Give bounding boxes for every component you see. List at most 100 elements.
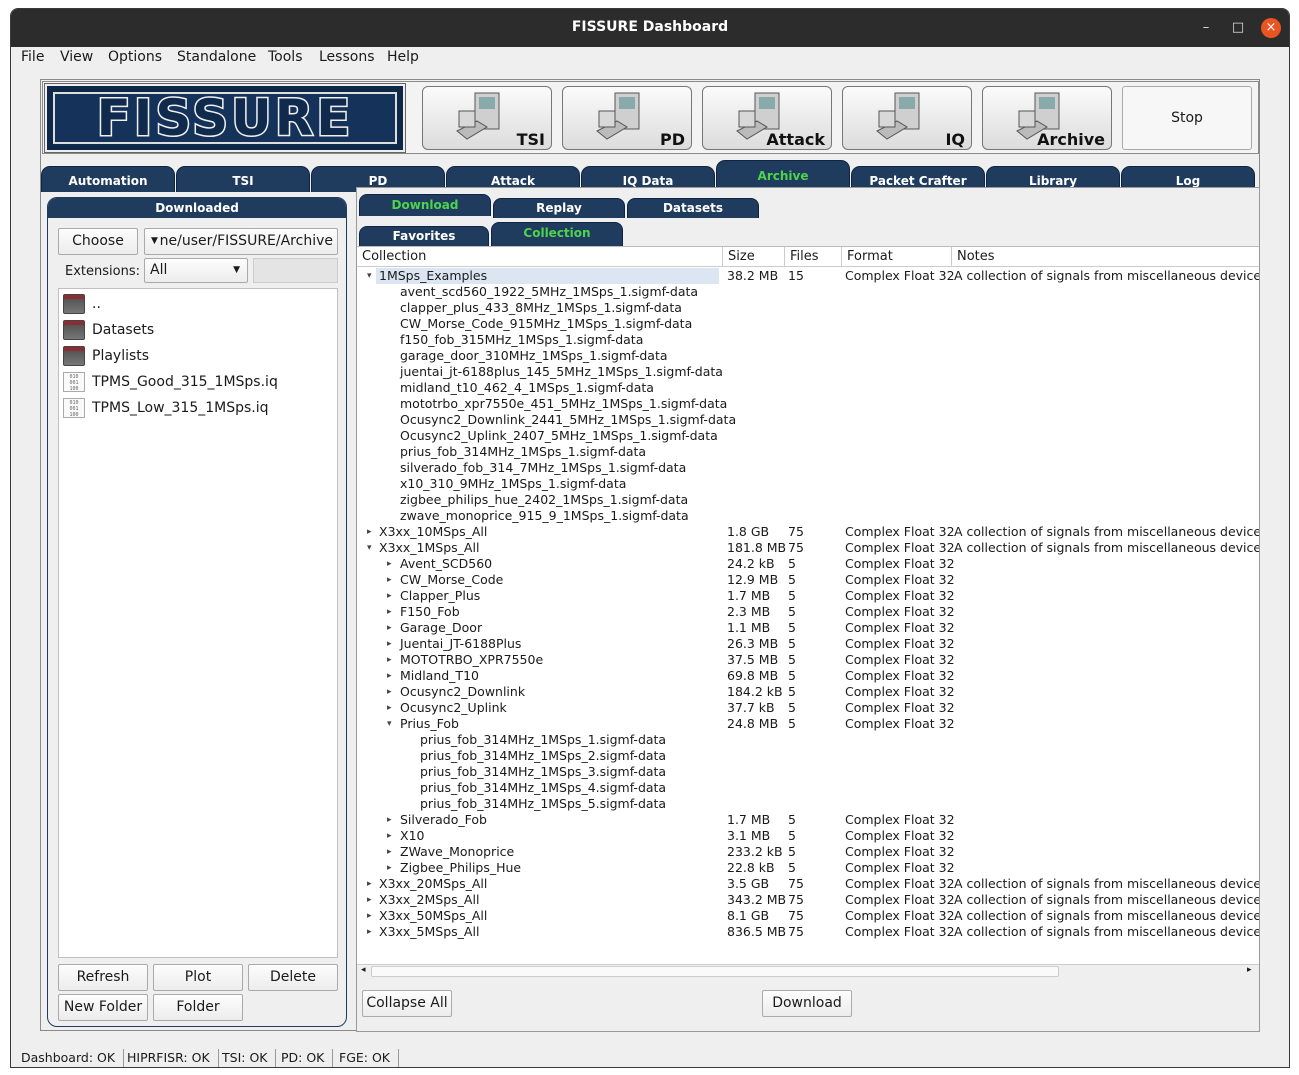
tree-file[interactable]: avent_scd560_1922_5MHz_1MSps_1.sigmf-dat… xyxy=(357,284,1259,300)
tree-node[interactable]: ▸ Juentai_JT-6188Plus 26.3 MB 5 Complex Floa… xyxy=(357,636,1259,652)
refresh-button[interactable]: Refresh xyxy=(58,964,148,991)
archive-button[interactable]: Archive xyxy=(982,86,1112,150)
tree-node[interactable]: ▸ X3xx_10MSps_All 1.8 GB 75 Complex Float 32… xyxy=(357,524,1259,540)
tab-tsi[interactable]: TSI xyxy=(176,166,310,192)
folder-button[interactable]: Folder xyxy=(153,994,243,1021)
col-size[interactable]: Size xyxy=(723,247,785,267)
tree-file[interactable]: midland_t10_462_4_1MSps_1.sigmf-data xyxy=(357,380,1259,396)
collapsed-arrow-icon[interactable]: ▸ xyxy=(387,556,392,572)
tab-download[interactable]: Download xyxy=(359,194,491,216)
tree-file[interactable]: prius_fob_314MHz_1MSps_4.sigmf-data xyxy=(357,780,1259,796)
col-notes[interactable]: Notes xyxy=(952,247,1259,267)
file-list[interactable]: .. Datasets Playlists 010 001 100 TPMS_Good_31… xyxy=(58,288,338,958)
plot-button[interactable]: Plot xyxy=(153,964,243,991)
collapsed-arrow-icon[interactable]: ▸ xyxy=(387,860,392,876)
tree-file[interactable]: clapper_plus_433_8MHz_1MSps_1.sigmf-data xyxy=(357,300,1259,316)
tree-file[interactable]: mototrbo_xpr7550e_451_5MHz_1MSps_1.sigmf… xyxy=(357,396,1259,412)
collapsed-arrow-icon[interactable]: ▸ xyxy=(387,844,392,860)
collapsed-arrow-icon[interactable]: ▸ xyxy=(387,828,392,844)
collapsed-arrow-icon[interactable]: ▸ xyxy=(387,652,392,668)
menu-tools[interactable]: Tools xyxy=(268,49,303,65)
tab-collection[interactable]: Collection xyxy=(491,222,623,246)
col-collection[interactable]: Collection xyxy=(357,247,723,267)
delete-button[interactable]: Delete xyxy=(248,964,338,991)
tree-node[interactable]: ▸ ZWave_Monoprice 233.2 kB 5 Complex Float 3… xyxy=(357,844,1259,860)
tree-file[interactable]: prius_fob_314MHz_1MSps_1.sigmf-data xyxy=(357,444,1259,460)
collapsed-arrow-icon[interactable]: ▸ xyxy=(367,892,372,908)
collapsed-arrow-icon[interactable]: ▸ xyxy=(367,876,372,892)
attack-button[interactable]: Attack xyxy=(702,86,832,150)
collapsed-arrow-icon[interactable]: ▸ xyxy=(387,668,392,684)
tree-file[interactable]: x10_310_9MHz_1MSps_1.sigmf-data xyxy=(357,476,1259,492)
tree-file[interactable]: prius_fob_314MHz_1MSps_3.sigmf-data xyxy=(357,764,1259,780)
tree-file[interactable]: juentai_jt-6188plus_145_5MHz_1MSps_1.sig… xyxy=(357,364,1259,380)
scroll-thumb[interactable] xyxy=(371,966,1059,977)
minimize-button[interactable]: – xyxy=(1196,18,1216,38)
tsi-button[interactable]: TSI xyxy=(422,86,552,150)
tree-node[interactable]: ▸ X3xx_20MSps_All 3.5 GB 75 Complex Float 32… xyxy=(357,876,1259,892)
extension-input[interactable] xyxy=(253,258,338,283)
tab-datasets[interactable]: Datasets xyxy=(627,198,759,218)
tree-file[interactable]: silverado_fob_314_7MHz_1MSps_1.sigmf-dat… xyxy=(357,460,1259,476)
maximize-button[interactable]: □ xyxy=(1228,18,1248,38)
col-files[interactable]: Files xyxy=(785,247,842,267)
tree-node[interactable]: ▾ X3xx_1MSps_All 181.8 MB 75 Complex Float 3… xyxy=(357,540,1259,556)
collapsed-arrow-icon[interactable]: ▸ xyxy=(387,588,392,604)
expanded-arrow-icon[interactable]: ▾ xyxy=(367,268,372,284)
tree-node[interactable]: ▸ Midland_T10 69.8 MB 5 Complex Float 32 xyxy=(357,668,1259,684)
tree-node[interactable]: ▸ X3xx_2MSps_All 343.2 MB 75 Complex Float 3… xyxy=(357,892,1259,908)
tree-file[interactable]: Ocusync2_Uplink_2407_5MHz_1MSps_1.sigmf-… xyxy=(357,428,1259,444)
menu-standalone[interactable]: Standalone xyxy=(177,49,256,65)
tree-file[interactable]: prius_fob_314MHz_1MSps_1.sigmf-data xyxy=(357,732,1259,748)
collapsed-arrow-icon[interactable]: ▸ xyxy=(387,700,392,716)
collapse-all-button[interactable]: Collapse All xyxy=(362,990,452,1017)
tree-node[interactable]: ▸ X3xx_5MSps_All 836.5 MB 75 Complex Float 3… xyxy=(357,924,1259,940)
tree-file[interactable]: prius_fob_314MHz_1MSps_5.sigmf-data xyxy=(357,796,1259,812)
collapsed-arrow-icon[interactable]: ▸ xyxy=(387,572,392,588)
col-format[interactable]: Format xyxy=(842,247,952,267)
tree-node[interactable]: ▸ Clapper_Plus 1.7 MB 5 Complex Float 32 xyxy=(357,588,1259,604)
tree-node[interactable]: ▾ 1MSps_Examples 38.2 MB 15 Complex Float 32… xyxy=(357,268,1259,284)
collapsed-arrow-icon[interactable]: ▸ xyxy=(387,620,392,636)
extensions-combo[interactable]: All ▼ xyxy=(144,258,248,283)
tree-file[interactable]: zwave_monoprice_915_9_1MSps_1.sigmf-data xyxy=(357,508,1259,524)
collapsed-arrow-icon[interactable]: ▸ xyxy=(387,636,392,652)
horizontal-scrollbar[interactable]: ◂ ▸ xyxy=(357,964,1259,978)
tab-automation[interactable]: Automation xyxy=(41,166,175,192)
tree-node[interactable]: ▸ Garage_Door 1.1 MB 5 Complex Float 32 xyxy=(357,620,1259,636)
tree-node[interactable]: ▸ X3xx_50MSps_All 8.1 GB 75 Complex Float 32… xyxy=(357,908,1259,924)
tree-node[interactable]: ▸ Ocusync2_Downlink 184.2 kB 5 Complex Float… xyxy=(357,684,1259,700)
collapsed-arrow-icon[interactable]: ▸ xyxy=(367,924,372,940)
tree-node[interactable]: ▸ Silverado_Fob 1.7 MB 5 Complex Float 32 xyxy=(357,812,1259,828)
path-combo[interactable]: ▼ ne/user/FISSURE/Archive xyxy=(144,228,338,255)
tree-file[interactable]: CW_Morse_Code_915MHz_1MSps_1.sigmf-data xyxy=(357,316,1259,332)
download-button[interactable]: Download xyxy=(762,990,852,1017)
menu-view[interactable]: View xyxy=(60,49,93,65)
collapsed-arrow-icon[interactable]: ▸ xyxy=(387,604,392,620)
choose-button[interactable]: Choose xyxy=(58,228,138,255)
stop-button[interactable]: Stop xyxy=(1122,86,1252,150)
menu-lessons[interactable]: Lessons xyxy=(319,49,375,65)
menu-file[interactable]: File xyxy=(21,49,44,65)
tree-node[interactable]: ▸ Zigbee_Philips_Hue 22.8 kB 5 Complex Float… xyxy=(357,860,1259,876)
iq-button[interactable]: IQ xyxy=(842,86,972,150)
expanded-arrow-icon[interactable]: ▾ xyxy=(387,716,392,732)
collapsed-arrow-icon[interactable]: ▸ xyxy=(387,684,392,700)
scroll-left-icon[interactable]: ◂ xyxy=(361,965,366,975)
tree-node[interactable]: ▸ F150_Fob 2.3 MB 5 Complex Float 32 xyxy=(357,604,1259,620)
collapsed-arrow-icon[interactable]: ▸ xyxy=(367,524,372,540)
tree-file[interactable]: garage_door_310MHz_1MSps_1.sigmf-data xyxy=(357,348,1259,364)
collapsed-arrow-icon[interactable]: ▸ xyxy=(387,812,392,828)
scroll-right-icon[interactable]: ▸ xyxy=(1247,965,1252,975)
collapsed-arrow-icon[interactable]: ▸ xyxy=(367,908,372,924)
tree-node[interactable]: ▸ Avent_SCD560 24.2 kB 5 Complex Float 32 xyxy=(357,556,1259,572)
tree-file[interactable]: zigbee_philips_hue_2402_1MSps_1.sigmf-da… xyxy=(357,492,1259,508)
tree-file[interactable]: f150_fob_315MHz_1MSps_1.sigmf-data xyxy=(357,332,1259,348)
tree-file[interactable]: Ocusync2_Downlink_2441_5MHz_1MSps_1.sigm… xyxy=(357,412,1259,428)
menu-help[interactable]: Help xyxy=(387,49,419,65)
tree-node[interactable]: ▸ MOTOTRBO_XPR7550e 37.5 MB 5 Complex Float … xyxy=(357,652,1259,668)
tab-favorites[interactable]: Favorites xyxy=(359,226,489,246)
tree-file[interactable]: prius_fob_314MHz_1MSps_2.sigmf-data xyxy=(357,748,1259,764)
new-folder-button[interactable]: New Folder xyxy=(58,994,148,1021)
pd-button[interactable]: PD xyxy=(562,86,692,150)
